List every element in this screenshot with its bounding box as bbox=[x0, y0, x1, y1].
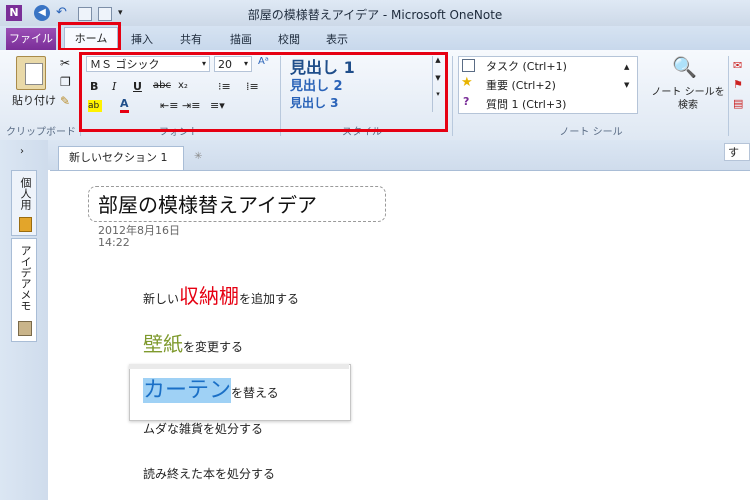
home-tab-highlight bbox=[58, 22, 121, 51]
separator bbox=[728, 56, 729, 136]
note-text: を追加する bbox=[239, 292, 300, 306]
find-tags-icon[interactable]: 🔍 bbox=[672, 55, 697, 79]
notebook-ideas[interactable]: アイデアメモ bbox=[11, 238, 37, 342]
tab-draw[interactable]: 描画 bbox=[230, 31, 252, 47]
question-icon: ? bbox=[463, 95, 470, 108]
checkbox-icon bbox=[462, 59, 475, 72]
paste-button[interactable]: 貼り付け bbox=[12, 92, 56, 108]
paste-icon[interactable] bbox=[16, 56, 46, 90]
new-section-icon[interactable]: ✳ bbox=[194, 151, 202, 162]
note-emphasis-selected: カーテン bbox=[143, 378, 232, 403]
outlook-tasks-icon[interactable]: ✉ ⚑ ▤ bbox=[733, 56, 743, 113]
tag-question[interactable]: 質問 1 (Ctrl+3) bbox=[486, 96, 566, 112]
font-styles-highlight bbox=[79, 52, 448, 132]
window-title: 部屋の模様替えアイデア - Microsoft OneNote bbox=[247, 8, 503, 22]
note-emphasis: 収納棚 bbox=[179, 284, 240, 308]
find-tags-button[interactable]: ノート シールを 検索 bbox=[648, 86, 728, 112]
note-line[interactable]: ムダな雑貨を処分する bbox=[143, 420, 263, 437]
star-icon: ★ bbox=[461, 75, 473, 90]
tab-share[interactable]: 共有 bbox=[180, 31, 202, 47]
note-line[interactable]: 読み終えた本を処分する bbox=[143, 465, 275, 482]
page-time: 14:22 bbox=[98, 236, 130, 249]
note-text: を替える bbox=[231, 386, 279, 400]
note-emphasis: 壁紙 bbox=[143, 332, 183, 356]
separator bbox=[452, 56, 453, 136]
note-line[interactable]: 壁紙を変更する bbox=[143, 328, 243, 357]
notebook-personal[interactable]: 個人用 bbox=[11, 170, 37, 236]
page-title[interactable]: 部屋の模様替えアイデア bbox=[98, 189, 317, 218]
clipboard-group-label: クリップボード bbox=[6, 127, 76, 138]
section-tab[interactable]: 新しいセクション 1 bbox=[58, 146, 184, 170]
expand-nav-icon[interactable]: › bbox=[20, 146, 24, 157]
copy-icon[interactable]: ❐ bbox=[60, 75, 71, 89]
notebook-icon bbox=[18, 321, 32, 336]
cut-icon[interactable]: ✂ bbox=[60, 56, 70, 70]
notebook-label: アイデアメモ bbox=[19, 245, 32, 311]
search-input[interactable]: すべ bbox=[724, 143, 750, 161]
note-text: を変更する bbox=[183, 340, 244, 354]
tab-review[interactable]: 校閲 bbox=[278, 31, 300, 47]
tab-file[interactable]: ファイル bbox=[6, 28, 56, 50]
notebook-icon bbox=[19, 217, 32, 232]
gallery-scroll-icon[interactable]: ▲ ▼ bbox=[624, 58, 629, 94]
tab-view[interactable]: 表示 bbox=[326, 31, 348, 47]
note-tags-group-label: ノート シール bbox=[559, 127, 623, 138]
note-line[interactable]: カーテンを替える bbox=[143, 372, 279, 404]
tab-insert[interactable]: 挿入 bbox=[131, 31, 153, 47]
note-line[interactable]: 新しい収納棚を追加する bbox=[143, 280, 299, 309]
format-painter-icon[interactable]: ✎ bbox=[60, 94, 70, 108]
notebook-label: 個人用 bbox=[19, 177, 32, 210]
tag-task[interactable]: タスク (Ctrl+1) bbox=[486, 58, 567, 74]
tag-important[interactable]: 重要 (Ctrl+2) bbox=[486, 77, 556, 93]
container-grip[interactable] bbox=[129, 364, 349, 369]
note-text: 新しい bbox=[143, 292, 180, 306]
